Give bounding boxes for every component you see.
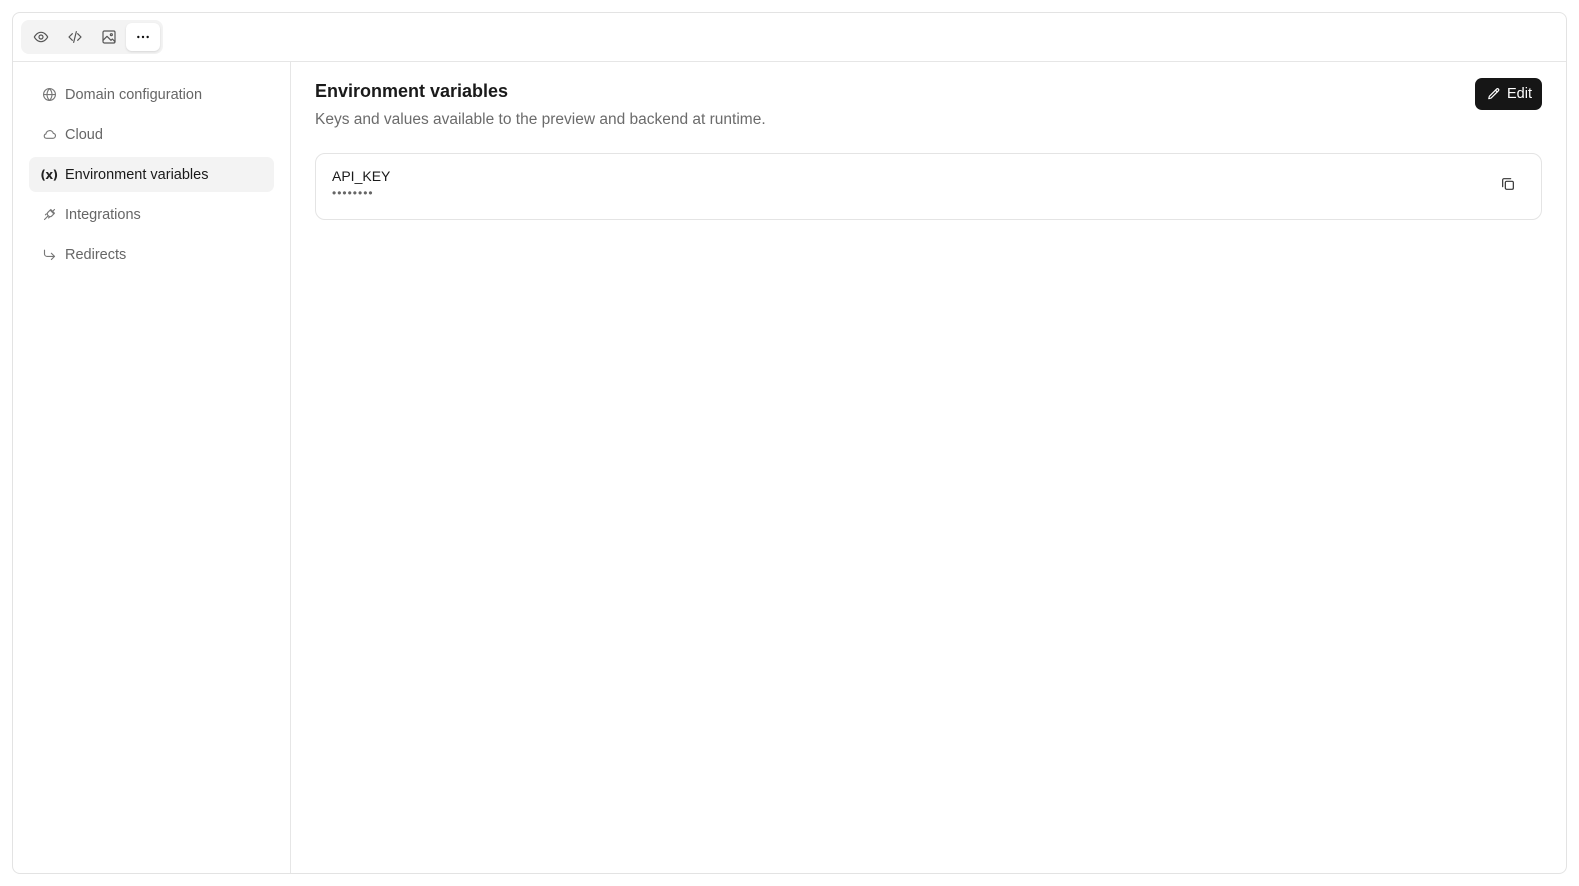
page-description: Keys and values available to the preview… [315,111,766,128]
more-options-button[interactable] [126,23,160,51]
sidebar-item-integrations[interactable]: Integrations [29,197,274,232]
code-icon [68,31,82,43]
variable-icon-glyph: (x) [40,167,58,182]
image-button[interactable] [92,23,126,51]
sidebar-item-cloud[interactable]: Cloud [29,117,274,152]
image-icon [102,30,116,44]
variable-icon: (x) [40,167,58,183]
copy-icon [1502,178,1514,190]
top-toolbar [13,13,1566,62]
more-horizontal-icon [137,35,149,39]
env-variable-key: API_KEY [332,168,391,184]
sidebar-item-label: Environment variables [65,166,209,183]
main-content: Environment variables Keys and values av… [291,62,1566,873]
copy-button[interactable] [1497,173,1519,195]
sidebar-item-redirects[interactable]: Redirects [29,237,274,272]
env-variable-masked-value: •••••••• [332,186,374,200]
env-variable-card: API_KEY •••••••• [315,153,1542,220]
edit-button-label: Edit [1507,86,1532,102]
sidebar-item-label: Domain configuration [65,86,203,103]
sidebar-item-label: Redirects [65,246,127,263]
preview-button[interactable] [24,23,58,51]
sidebar-item-label: Cloud [65,126,103,143]
eye-icon [33,31,49,43]
globe-icon [41,87,57,103]
settings-sidebar: Domain configuration Cloud (x) Environme… [13,62,291,873]
redirect-arrow-icon [41,247,57,263]
sidebar-item-environment-variables[interactable]: (x) Environment variables [29,157,274,192]
page-title: Environment variables [315,81,509,101]
cloud-icon [41,127,57,143]
code-button[interactable] [58,23,92,51]
plug-icon [41,207,57,223]
sidebar-item-domain-configuration[interactable]: Domain configuration [29,77,274,112]
sidebar-item-label: Integrations [65,206,141,223]
pencil-icon [1488,88,1500,100]
view-mode-toolbar [21,20,163,54]
settings-window: Domain configuration Cloud (x) Environme… [12,12,1567,874]
edit-button[interactable]: Edit [1475,78,1542,110]
